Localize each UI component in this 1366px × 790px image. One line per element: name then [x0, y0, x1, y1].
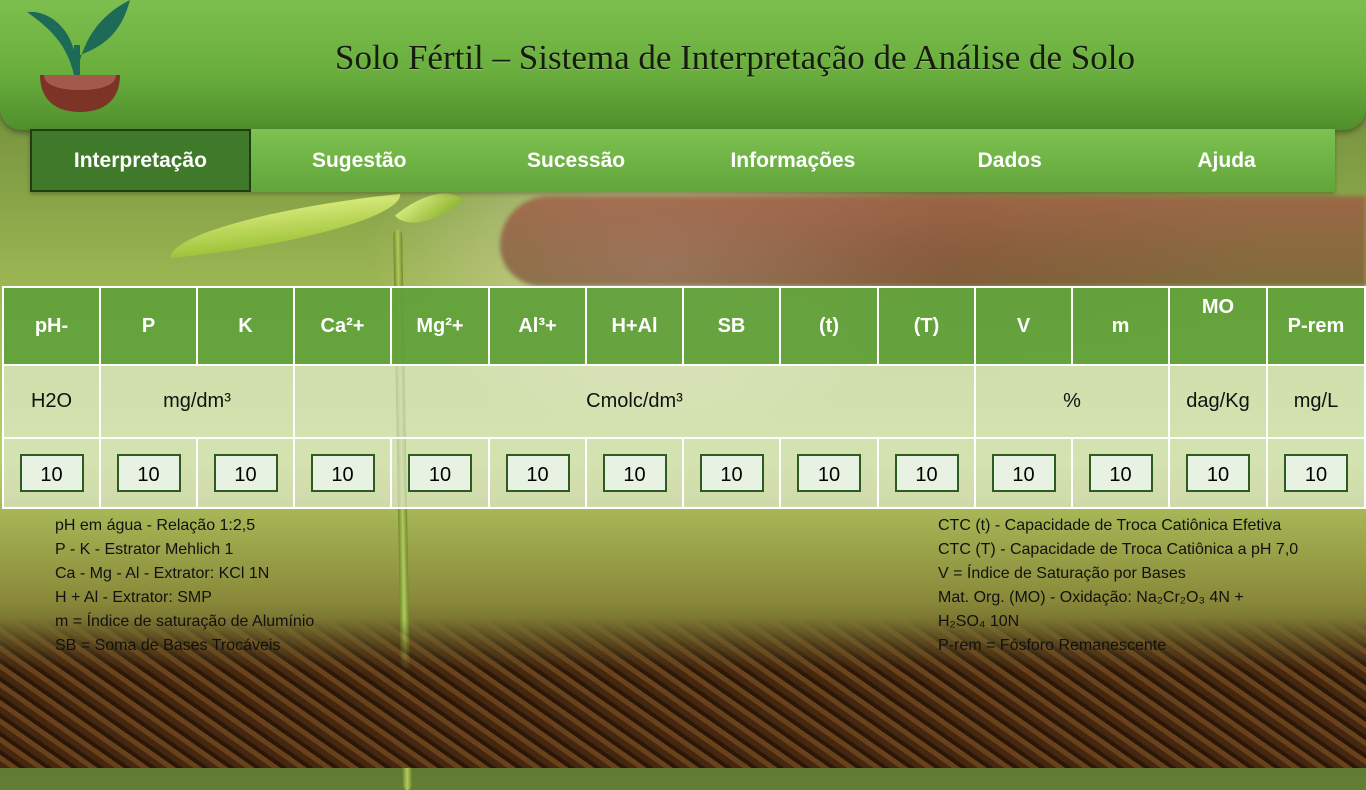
note-line: SB = Soma de Bases Trocáveis — [55, 637, 281, 654]
column-header: m — [1071, 286, 1170, 366]
tab-sucessao[interactable]: Sucessão — [468, 129, 685, 192]
background-hand — [500, 196, 1366, 286]
column-header: V — [974, 286, 1073, 366]
unit-label: H2O — [2, 364, 101, 439]
note-line: P - K - Estrator Mehlich 1 — [55, 541, 234, 558]
k-input[interactable]: 10 — [213, 454, 278, 492]
note-line: Mat. Org. (MO) - Oxidação: Na₂Cr₂O₃ 4N + — [938, 589, 1244, 606]
table-units-row: H2O mg/dm³ Cmolc/dm³ % dag/Kg mg/L — [2, 364, 1366, 439]
m-input[interactable]: 10 — [1088, 454, 1153, 492]
mg-input[interactable]: 10 — [408, 454, 472, 492]
table-header-row: pH- P K Ca²+ Mg²+ Al³+ H+Al SB (t) (T) V… — [2, 286, 1366, 366]
al-input[interactable]: 10 — [505, 454, 570, 492]
unit-label: mg/dm³ — [99, 364, 295, 439]
mo-input[interactable]: 10 — [1186, 454, 1250, 492]
soil-analysis-table: pH- P K Ca²+ Mg²+ Al³+ H+Al SB (t) (T) V… — [2, 286, 1366, 509]
unit-label: Cmolc/dm³ — [293, 364, 976, 439]
note-line: V = Índice de Saturação por Bases — [938, 565, 1186, 582]
column-header: Al³+ — [488, 286, 587, 366]
v-input[interactable]: 10 — [991, 454, 1056, 492]
app-header: Solo Fértil – Sistema de Interpretação d… — [0, 0, 1366, 130]
main-nav: Interpretação Sugestão Sucessão Informaç… — [30, 129, 1335, 192]
note-line: Ca - Mg - Al - Extrator: KCl 1N — [55, 565, 270, 582]
column-header: K — [196, 286, 295, 366]
background-plant-leaf — [166, 193, 405, 259]
ctc-t-effective-input[interactable]: 10 — [797, 454, 861, 492]
column-header: (T) — [877, 286, 976, 366]
table-input-row: 10 10 10 10 10 10 10 10 10 10 10 10 10 1… — [2, 437, 1366, 509]
column-header: SB — [682, 286, 781, 366]
note-line: m = Índice de saturação de Alumínio — [55, 613, 315, 630]
tab-dados[interactable]: Dados — [901, 129, 1118, 192]
notes-right: CTC (t) - Capacidade de Troca Catiônica … — [938, 514, 1298, 658]
column-header: MO — [1168, 286, 1268, 366]
seedling-pot-logo — [27, 0, 130, 112]
note-line: H + Al - Extrator: SMP — [55, 589, 212, 606]
unit-label: dag/Kg — [1168, 364, 1268, 439]
sb-input[interactable]: 10 — [699, 454, 764, 492]
tab-ajuda[interactable]: Ajuda — [1118, 129, 1335, 192]
note-line: P-rem = Fósforo Remanescente — [938, 637, 1167, 654]
column-header: pH- — [2, 286, 101, 366]
note-line: pH em água - Relação 1:2,5 — [55, 517, 256, 534]
unit-label: mg/L — [1266, 364, 1366, 439]
tab-interpretacao[interactable]: Interpretação — [30, 129, 251, 192]
column-header: P — [99, 286, 198, 366]
page-title: Solo Fértil – Sistema de Interpretação d… — [335, 38, 1135, 77]
ca-input[interactable]: 10 — [310, 454, 375, 492]
note-line: H₂SO₄ 10N — [938, 613, 1020, 630]
p-input[interactable]: 10 — [116, 454, 181, 492]
tab-informacoes[interactable]: Informações — [684, 129, 901, 192]
tab-sugestao[interactable]: Sugestão — [251, 129, 468, 192]
ph-input[interactable]: 10 — [19, 454, 84, 492]
note-line: CTC (t) - Capacidade de Troca Catiônica … — [938, 517, 1282, 534]
notes-left: pH em água - Relação 1:2,5 P - K - Estra… — [55, 514, 314, 658]
column-header: H+Al — [585, 286, 684, 366]
column-header: (t) — [779, 286, 879, 366]
h-al-input[interactable]: 10 — [602, 454, 667, 492]
unit-label: % — [974, 364, 1170, 439]
ctc-t-ph7-input[interactable]: 10 — [894, 454, 959, 492]
p-rem-input[interactable]: 10 — [1284, 454, 1348, 492]
column-header: P-rem — [1266, 286, 1366, 366]
column-header: Ca²+ — [293, 286, 392, 366]
note-line: CTC (T) - Capacidade de Troca Catiônica … — [938, 541, 1299, 558]
column-header: Mg²+ — [390, 286, 490, 366]
